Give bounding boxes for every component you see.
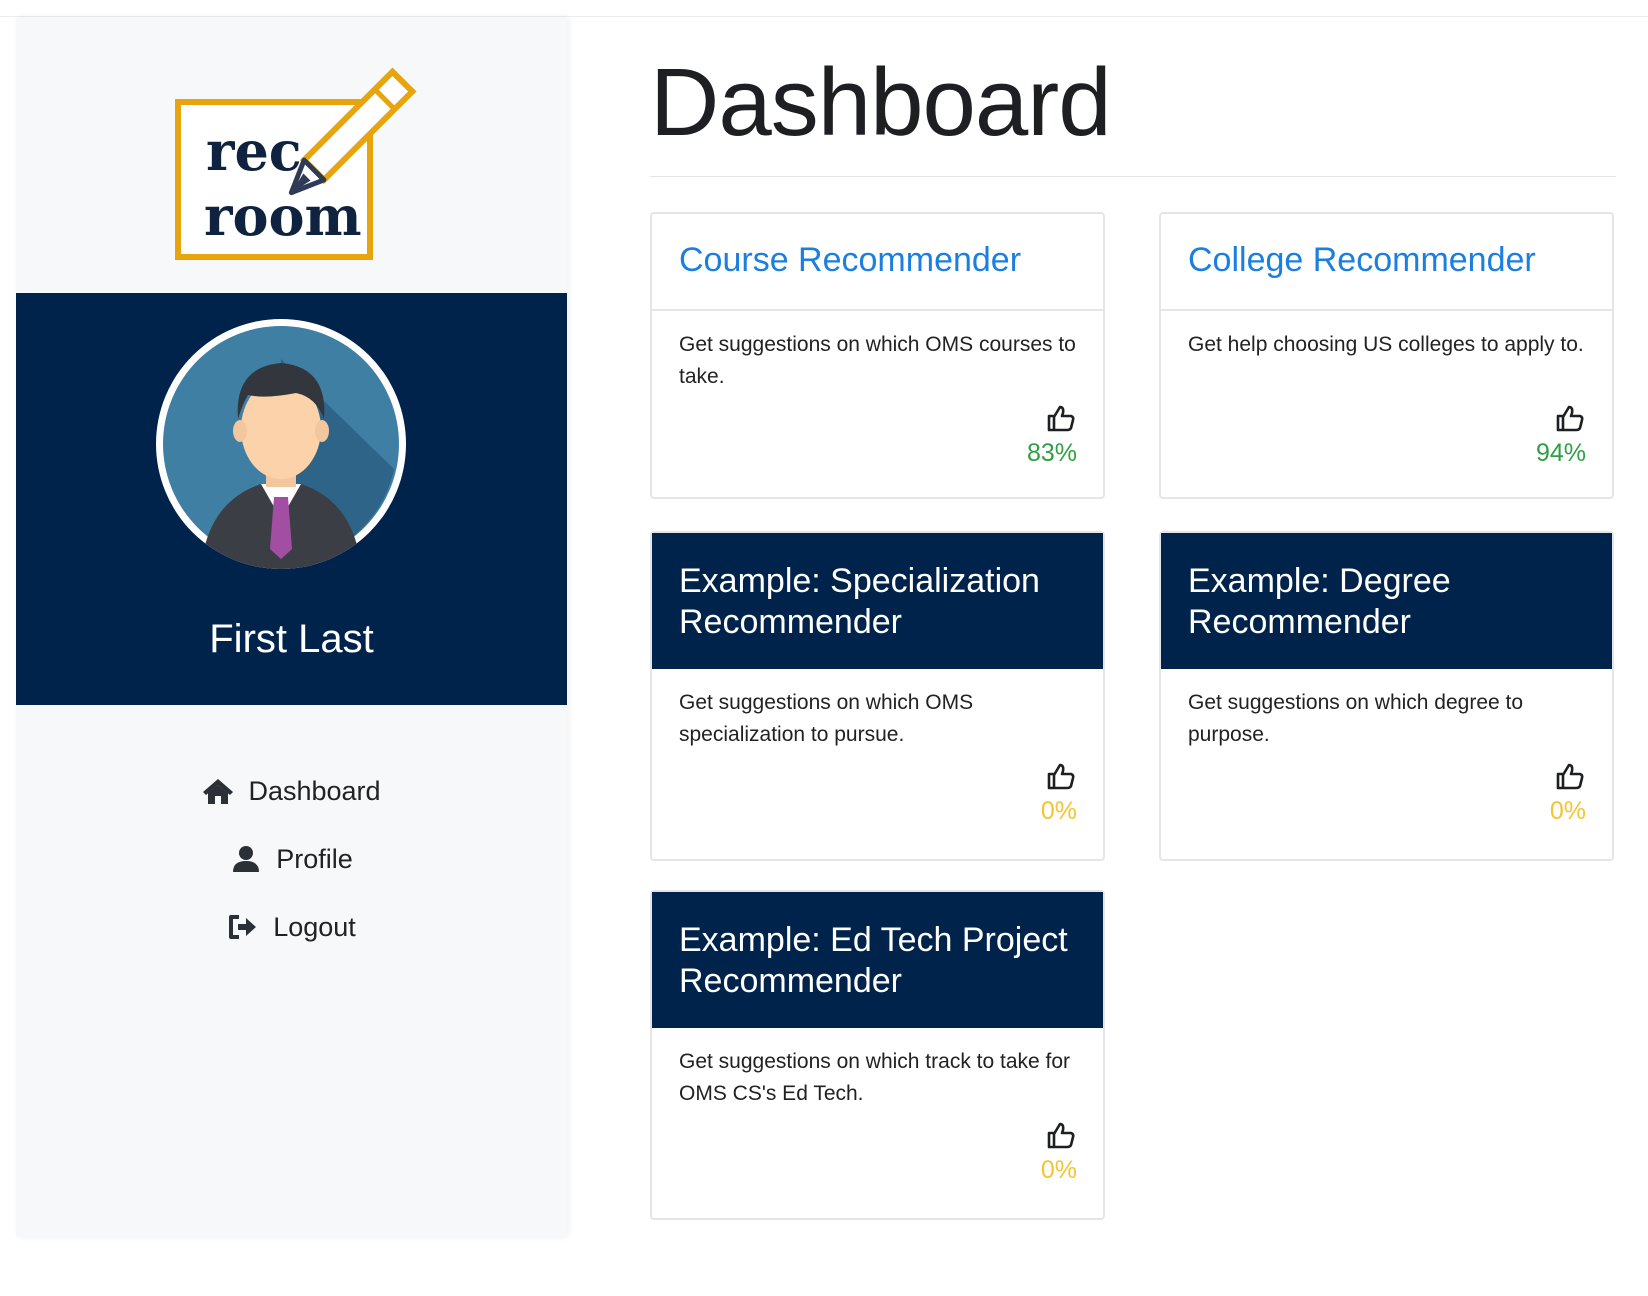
card-header: Course Recommender <box>652 214 1103 311</box>
card-header: Example: Specialization Recommender <box>652 533 1103 669</box>
home-icon <box>202 777 234 805</box>
profile-panel: First Last <box>16 293 567 705</box>
card-description: Get suggestions on which OMS specializat… <box>679 691 974 746</box>
sidebar-nav: Dashboard Profile Logout <box>16 757 567 961</box>
card-body: Get suggestions on which degree to purpo… <box>1161 669 1612 855</box>
thumbs-up-icon[interactable] <box>1555 403 1585 433</box>
rating-percent: 0% <box>1040 1156 1077 1184</box>
logout-icon <box>227 913 259 941</box>
card-course-recommender: Course Recommender Get suggestions on wh… <box>650 212 1105 499</box>
user-icon <box>230 845 262 873</box>
card-body: Get suggestions on which track to take f… <box>652 1028 1103 1214</box>
recroom-logo[interactable]: rec room <box>166 52 436 277</box>
logo-text-room: room <box>204 184 362 248</box>
page-title: Dashboard <box>650 49 1112 156</box>
user-name: First Last <box>209 617 374 661</box>
card-header: Example: Ed Tech Project Recommender <box>652 892 1103 1028</box>
card-body: Get suggestions on which OMS specializat… <box>652 669 1103 855</box>
card-degree-recommender: Example: Degree Recommender Get suggesti… <box>1159 531 1614 861</box>
card-specialization-recommender: Example: Specialization Recommender Get … <box>650 531 1105 861</box>
rating-percent: 0% <box>1040 797 1077 825</box>
avatar[interactable] <box>156 319 406 569</box>
card-title-link[interactable]: Example: Ed Tech Project Recommender <box>679 920 1089 1002</box>
rating-percent: 83% <box>1026 439 1077 467</box>
card-title-link[interactable]: Example: Degree Recommender <box>1188 561 1598 643</box>
thumbs-up-icon[interactable] <box>1046 1120 1076 1150</box>
card-description: Get suggestions on which track to take f… <box>679 1050 1071 1105</box>
card-description: Get help choosing US colleges to apply t… <box>1188 333 1584 356</box>
card-title-link[interactable]: Example: Specialization Recommender <box>679 561 1089 643</box>
card-college-recommender: College Recommender Get help choosing US… <box>1159 212 1614 499</box>
thumbs-up-icon[interactable] <box>1046 761 1076 791</box>
nav-item-profile[interactable]: Profile <box>16 825 567 893</box>
card-header: College Recommender <box>1161 214 1612 311</box>
card-edtech-recommender: Example: Ed Tech Project Recommender Get… <box>650 890 1105 1220</box>
nav-item-logout[interactable]: Logout <box>16 893 567 961</box>
card-title-link[interactable]: College Recommender <box>1188 241 1536 280</box>
rating-percent: 0% <box>1549 797 1586 825</box>
card-description: Get suggestions on which OMS courses to … <box>679 333 1076 388</box>
nav-item-label: Profile <box>276 843 353 874</box>
card-header: Example: Degree Recommender <box>1161 533 1612 669</box>
sidebar: rec room First Last Dashboard Profile Lo… <box>16 17 567 1237</box>
nav-item-label: Logout <box>273 911 356 942</box>
thumbs-up-icon[interactable] <box>1555 761 1585 791</box>
card-title-link[interactable]: Course Recommender <box>679 241 1021 280</box>
logo-text-rec: rec <box>206 119 302 183</box>
title-divider <box>650 176 1616 177</box>
rating-percent: 94% <box>1535 439 1586 467</box>
card-body: Get suggestions on which OMS courses to … <box>652 311 1103 497</box>
nav-item-dashboard[interactable]: Dashboard <box>16 757 567 825</box>
card-body: Get help choosing US colleges to apply t… <box>1161 311 1612 497</box>
thumbs-up-icon[interactable] <box>1046 403 1076 433</box>
card-description: Get suggestions on which degree to purpo… <box>1188 691 1524 746</box>
nav-item-label: Dashboard <box>248 775 381 806</box>
